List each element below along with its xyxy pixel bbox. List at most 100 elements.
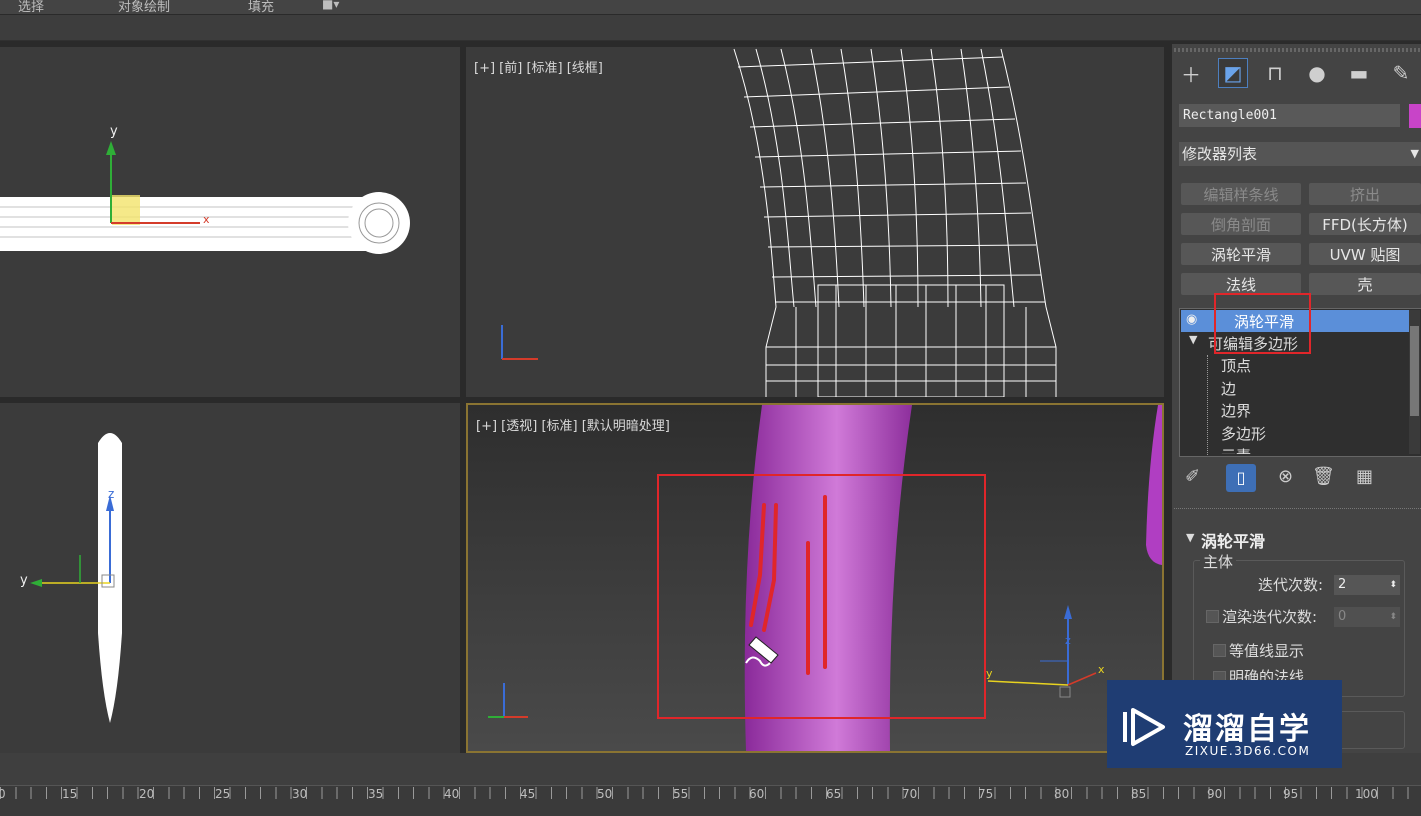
iterations-spinner[interactable]: 2 ⬍ <box>1334 575 1400 595</box>
tick-label: 30 <box>292 787 308 801</box>
isoline-checkbox[interactable] <box>1213 644 1226 657</box>
stack-item-edge[interactable]: 边 <box>1221 378 1236 399</box>
configure-sets-icon[interactable]: ▦ <box>1356 466 1373 487</box>
object-name-field[interactable]: Rectangle001 <box>1179 104 1400 127</box>
watermark-logo: 溜溜自学 ZIXUE.3D66.COM <box>1107 680 1342 768</box>
top-view-tube <box>0 141 410 254</box>
tree-line <box>1207 355 1209 455</box>
create-tab-icon[interactable]: ＋ <box>1176 58 1206 88</box>
tick-label: 70 <box>902 787 918 801</box>
ffd-box-button[interactable]: FFD(长方体) <box>1309 213 1421 235</box>
tick-label: 65 <box>826 787 842 801</box>
annotation-highlight-box <box>1214 293 1311 354</box>
pin-stack-icon[interactable]: ✐ <box>1185 466 1200 487</box>
stack-item-vertex[interactable]: 顶点 <box>1221 355 1251 376</box>
render-iters-spinner[interactable]: 0 ⬍ <box>1334 607 1400 627</box>
viewport-area: y x [+] [前] [标准] [线框] z y [+] [透视] [标准] … <box>0 41 1170 753</box>
make-unique-icon[interactable]: ⊗ <box>1278 466 1293 487</box>
spinner-arrows-icon[interactable]: ⬍ <box>1389 607 1397 627</box>
render-iters-value: 0 <box>1338 609 1347 624</box>
stack-scrollbar[interactable] <box>1409 310 1420 454</box>
modifier-list-dropdown[interactable]: 修改器列表 ▼ <box>1179 142 1421 166</box>
hierarchy-tab-icon[interactable]: ⊓ <box>1260 58 1290 88</box>
axis-label-y: y <box>986 667 993 680</box>
chevron-down-icon: ▼ <box>1410 147 1419 160</box>
left-view-object <box>30 433 122 723</box>
edit-spline-button[interactable]: 编辑样条线 <box>1181 183 1301 205</box>
tick-label: 35 <box>368 787 384 801</box>
tick-label: 75 <box>978 787 994 801</box>
menu-populate[interactable]: 填充 <box>248 0 274 15</box>
axis-label-y: y <box>20 573 28 588</box>
scrollbar-thumb[interactable] <box>1410 326 1419 416</box>
object-color-swatch[interactable] <box>1409 104 1421 128</box>
tick-label: 100 <box>1355 787 1378 801</box>
bevel-profile-button[interactable]: 倒角剖面 <box>1181 213 1301 235</box>
turbosmooth-button[interactable]: 涡轮平滑 <box>1181 243 1301 265</box>
axis-label-x: x <box>1098 663 1105 676</box>
viewport-label-front[interactable]: [+] [前] [标准] [线框] <box>474 57 603 76</box>
play-logo-icon <box>1123 708 1165 746</box>
dropdown-icon[interactable]: ■▾ <box>322 0 339 11</box>
tick-label: 55 <box>673 787 689 801</box>
motion-tab-icon[interactable]: ● <box>1302 58 1332 88</box>
viewport-left[interactable]: z y <box>0 403 460 753</box>
viewport-label-perspective[interactable]: [+] [透视] [标准] [默认明暗处理] <box>476 415 670 434</box>
wireframe-mesh <box>501 48 1057 397</box>
display-tab-icon[interactable]: ▬ <box>1344 58 1374 88</box>
render-iters-checkbox[interactable] <box>1206 610 1219 623</box>
explicit-normals-clip: 明确的法线 <box>1229 666 1379 680</box>
shell-button[interactable]: 壳 <box>1309 273 1421 295</box>
explicit-normals-label: 明确的法线 <box>1229 668 1305 680</box>
watermark-subtitle: ZIXUE.3D66.COM <box>1185 744 1311 758</box>
tick-label: 95 <box>1283 787 1299 801</box>
menu-object-paint[interactable]: 对象绘制 <box>118 0 170 15</box>
modifier-list-label: 修改器列表 <box>1182 145 1258 163</box>
menu-select[interactable]: 选择 <box>18 0 44 15</box>
group-label-main: 主体 <box>1200 551 1237 572</box>
axis-label-z: z <box>1065 634 1071 647</box>
modify-tab-icon[interactable]: ◩ <box>1218 58 1248 88</box>
rollout-collapse-icon[interactable]: ▼ <box>1186 531 1194 544</box>
tick-label: 60 <box>749 787 765 801</box>
show-end-result-icon[interactable]: ▯ <box>1226 464 1256 492</box>
stack-item-polygon[interactable]: 多边形 <box>1221 423 1266 444</box>
panel-divider <box>1174 508 1421 511</box>
tick-label: 80 <box>1054 787 1070 801</box>
panel-grip[interactable] <box>1174 48 1421 52</box>
iterations-value: 2 <box>1338 577 1347 592</box>
tick-label: 90 <box>1207 787 1223 801</box>
extrude-button[interactable]: 挤出 <box>1309 183 1421 205</box>
top-menu-bar: 选择 对象绘制 填充 ■▾ <box>0 0 1421 15</box>
viewport-perspective[interactable]: [+] [透视] [标准] [默认明暗处理] z x y <box>466 403 1164 753</box>
tick-label: 40 <box>444 787 460 801</box>
isoline-label: 等值线显示 <box>1229 642 1305 660</box>
viewport-front[interactable]: [+] [前] [标准] [线框] <box>466 47 1164 397</box>
watermark-title: 溜溜自学 <box>1183 712 1311 747</box>
iterations-label: 迭代次数: <box>1258 576 1324 594</box>
uvw-map-button[interactable]: UVW 贴图 <box>1309 243 1421 265</box>
utilities-tab-icon[interactable]: ✎ <box>1386 58 1416 88</box>
normal-button[interactable]: 法线 <box>1181 273 1301 295</box>
tick-label: 15 <box>62 787 78 801</box>
spinner-arrows-icon[interactable]: ⬍ <box>1389 575 1397 595</box>
viewport-top[interactable]: y x <box>0 47 460 397</box>
render-iters-label: 渲染迭代次数: <box>1222 608 1318 626</box>
tick-label: 25 <box>215 787 231 801</box>
ribbon-bar <box>0 15 1421 41</box>
rollout-title[interactable]: 涡轮平滑 <box>1201 528 1265 552</box>
perspective-object <box>488 405 1162 751</box>
expand-triangle-icon[interactable]: ▼ <box>1189 333 1197 346</box>
stack-item-element-clip: 元素 <box>1180 445 1408 454</box>
eye-icon[interactable]: ◉ <box>1186 312 1197 327</box>
axis-label-y: y <box>110 124 118 139</box>
axis-label-x: x <box>203 213 210 226</box>
timeline-divider <box>0 785 1421 786</box>
tick-label: 50 <box>597 787 613 801</box>
remove-modifier-icon[interactable]: 🗑 <box>1312 466 1335 487</box>
tick-label: 20 <box>139 787 155 801</box>
stack-item-element[interactable]: 元素 <box>1221 445 1251 454</box>
tick-label: 85 <box>1131 787 1147 801</box>
stack-item-border[interactable]: 边界 <box>1221 400 1251 421</box>
axis-label-z: z <box>108 487 115 501</box>
